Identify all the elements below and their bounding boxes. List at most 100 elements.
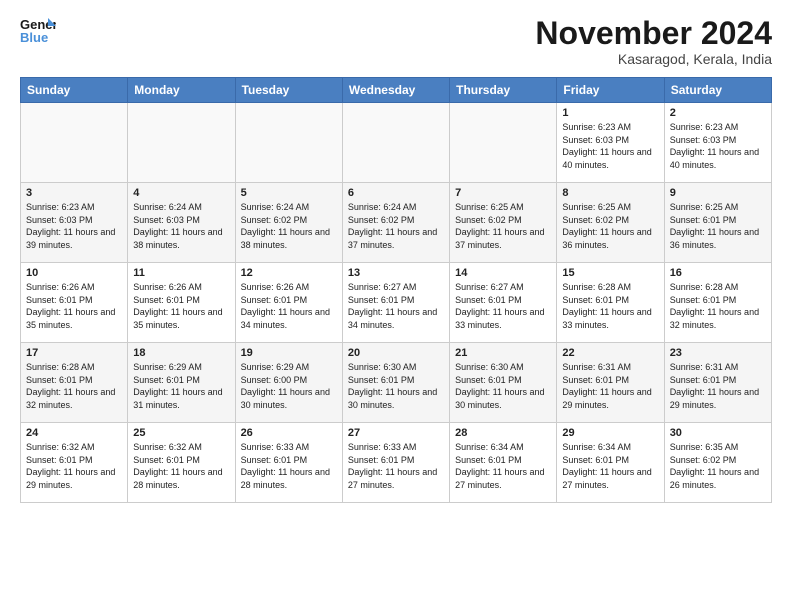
col-monday: Monday: [128, 78, 235, 103]
calendar-cell: 16 Sunrise: 6:28 AM Sunset: 6:01 PM Dayli…: [664, 263, 771, 343]
day-info: Sunrise: 6:34 AM Sunset: 6:01 PM Dayligh…: [562, 441, 658, 491]
calendar-cell: 4 Sunrise: 6:24 AM Sunset: 6:03 PM Daylig…: [128, 183, 235, 263]
col-tuesday: Tuesday: [235, 78, 342, 103]
day-number: 24: [26, 427, 122, 439]
calendar-cell: [342, 103, 449, 183]
day-number: 3: [26, 187, 122, 199]
col-wednesday: Wednesday: [342, 78, 449, 103]
title-area: November 2024 Kasaragod, Kerala, India: [535, 16, 772, 67]
day-number: 6: [348, 187, 444, 199]
day-info: Sunrise: 6:23 AM Sunset: 6:03 PM Dayligh…: [562, 121, 658, 171]
calendar-week-1: 1 Sunrise: 6:23 AM Sunset: 6:03 PM Daylig…: [21, 103, 772, 183]
day-number: 20: [348, 347, 444, 359]
calendar-cell: 2 Sunrise: 6:23 AM Sunset: 6:03 PM Daylig…: [664, 103, 771, 183]
day-number: 4: [133, 187, 229, 199]
calendar-cell: 25Sunrise: 6:32 AM Sunset: 6:01 PM Dayli…: [128, 423, 235, 503]
calendar-cell: 12Sunrise: 6:26 AM Sunset: 6:01 PM Dayli…: [235, 263, 342, 343]
day-info: Sunrise: 6:34 AM Sunset: 6:01 PM Dayligh…: [455, 441, 551, 491]
calendar-cell: 14 Sunrise: 6:27 AM Sunset: 6:01 PM Dayli…: [450, 263, 557, 343]
day-info: Sunrise: 6:24 AM Sunset: 6:03 PM Dayligh…: [133, 201, 229, 251]
day-number: 5: [241, 187, 337, 199]
day-number: 28: [455, 427, 551, 439]
calendar-cell: 19 Sunrise: 6:29 AM Sunset: 6:00 PM Dayli…: [235, 343, 342, 423]
day-number: 30: [670, 427, 766, 439]
day-number: 13: [348, 267, 444, 279]
logo-icon: General Blue: [20, 16, 56, 46]
header: General Blue November 2024 Kasaragod, Ke…: [20, 16, 772, 67]
day-info: Sunrise: 6:23 AM Sunset: 6:03 PM Dayligh…: [670, 121, 766, 171]
day-info: Sunrise: 6:32 AM Sunset: 6:01 PM Dayligh…: [133, 441, 229, 491]
day-info: Sunrise: 6:24 AM Sunset: 6:02 PM Dayligh…: [241, 201, 337, 251]
day-info: Sunrise: 6:28 AM Sunset: 6:01 PM Dayligh…: [670, 281, 766, 331]
calendar-week-5: 24 Sunrise: 6:32 AM Sunset: 6:01 PM Dayli…: [21, 423, 772, 503]
calendar-cell: 27 Sunrise: 6:33 AM Sunset: 6:01 PM Dayli…: [342, 423, 449, 503]
logo: General Blue: [20, 16, 56, 46]
day-info: Sunrise: 6:31 AM Sunset: 6:01 PM Dayligh…: [562, 361, 658, 411]
day-number: 9: [670, 187, 766, 199]
col-sunday: Sunday: [21, 78, 128, 103]
day-info: Sunrise: 6:33 AM Sunset: 6:01 PM Dayligh…: [348, 441, 444, 491]
calendar-cell: 15Sunrise: 6:28 AM Sunset: 6:01 PM Dayli…: [557, 263, 664, 343]
day-number: 16: [670, 267, 766, 279]
calendar-week-2: 3Sunrise: 6:23 AM Sunset: 6:03 PM Daylig…: [21, 183, 772, 263]
day-number: 23: [670, 347, 766, 359]
calendar: Sunday Monday Tuesday Wednesday Thursday…: [20, 77, 772, 503]
day-number: 21: [455, 347, 551, 359]
calendar-cell: 1 Sunrise: 6:23 AM Sunset: 6:03 PM Daylig…: [557, 103, 664, 183]
calendar-cell: 17 Sunrise: 6:28 AM Sunset: 6:01 PM Dayli…: [21, 343, 128, 423]
day-number: 17: [26, 347, 122, 359]
day-info: Sunrise: 6:28 AM Sunset: 6:01 PM Dayligh…: [562, 281, 658, 331]
day-info: Sunrise: 6:26 AM Sunset: 6:01 PM Dayligh…: [133, 281, 229, 331]
day-info: Sunrise: 6:35 AM Sunset: 6:02 PM Dayligh…: [670, 441, 766, 491]
calendar-cell: [21, 103, 128, 183]
day-info: Sunrise: 6:29 AM Sunset: 6:01 PM Dayligh…: [133, 361, 229, 411]
calendar-cell: 22Sunrise: 6:31 AM Sunset: 6:01 PM Dayli…: [557, 343, 664, 423]
header-row: Sunday Monday Tuesday Wednesday Thursday…: [21, 78, 772, 103]
month-title: November 2024: [535, 16, 772, 51]
calendar-cell: 6Sunrise: 6:24 AM Sunset: 6:02 PM Daylig…: [342, 183, 449, 263]
calendar-cell: [450, 103, 557, 183]
day-number: 7: [455, 187, 551, 199]
calendar-cell: 29 Sunrise: 6:34 AM Sunset: 6:01 PM Dayli…: [557, 423, 664, 503]
day-info: Sunrise: 6:29 AM Sunset: 6:00 PM Dayligh…: [241, 361, 337, 411]
calendar-cell: 30 Sunrise: 6:35 AM Sunset: 6:02 PM Dayli…: [664, 423, 771, 503]
day-info: Sunrise: 6:27 AM Sunset: 6:01 PM Dayligh…: [455, 281, 551, 331]
calendar-cell: 21 Sunrise: 6:30 AM Sunset: 6:01 PM Dayli…: [450, 343, 557, 423]
calendar-cell: [235, 103, 342, 183]
calendar-cell: 13Sunrise: 6:27 AM Sunset: 6:01 PM Dayli…: [342, 263, 449, 343]
calendar-cell: 26 Sunrise: 6:33 AM Sunset: 6:01 PM Dayli…: [235, 423, 342, 503]
calendar-cell: 18 Sunrise: 6:29 AM Sunset: 6:01 PM Dayli…: [128, 343, 235, 423]
day-number: 27: [348, 427, 444, 439]
day-number: 19: [241, 347, 337, 359]
svg-text:Blue: Blue: [20, 30, 48, 45]
calendar-cell: 9 Sunrise: 6:25 AM Sunset: 6:01 PM Daylig…: [664, 183, 771, 263]
day-info: Sunrise: 6:25 AM Sunset: 6:02 PM Dayligh…: [455, 201, 551, 251]
day-number: 29: [562, 427, 658, 439]
page: General Blue November 2024 Kasaragod, Ke…: [0, 0, 792, 612]
day-info: Sunrise: 6:25 AM Sunset: 6:01 PM Dayligh…: [670, 201, 766, 251]
day-info: Sunrise: 6:26 AM Sunset: 6:01 PM Dayligh…: [26, 281, 122, 331]
calendar-cell: 23 Sunrise: 6:31 AM Sunset: 6:01 PM Dayli…: [664, 343, 771, 423]
calendar-cell: 7 Sunrise: 6:25 AM Sunset: 6:02 PM Daylig…: [450, 183, 557, 263]
day-number: 12: [241, 267, 337, 279]
day-number: 10: [26, 267, 122, 279]
day-number: 18: [133, 347, 229, 359]
day-number: 26: [241, 427, 337, 439]
day-info: Sunrise: 6:32 AM Sunset: 6:01 PM Dayligh…: [26, 441, 122, 491]
calendar-cell: 10 Sunrise: 6:26 AM Sunset: 6:01 PM Dayli…: [21, 263, 128, 343]
calendar-week-4: 17 Sunrise: 6:28 AM Sunset: 6:01 PM Dayli…: [21, 343, 772, 423]
location: Kasaragod, Kerala, India: [535, 51, 772, 67]
day-number: 1: [562, 107, 658, 119]
day-info: Sunrise: 6:31 AM Sunset: 6:01 PM Dayligh…: [670, 361, 766, 411]
day-info: Sunrise: 6:30 AM Sunset: 6:01 PM Dayligh…: [455, 361, 551, 411]
calendar-cell: 20Sunrise: 6:30 AM Sunset: 6:01 PM Dayli…: [342, 343, 449, 423]
calendar-cell: 11Sunrise: 6:26 AM Sunset: 6:01 PM Dayli…: [128, 263, 235, 343]
day-info: Sunrise: 6:28 AM Sunset: 6:01 PM Dayligh…: [26, 361, 122, 411]
calendar-cell: [128, 103, 235, 183]
day-number: 14: [455, 267, 551, 279]
calendar-cell: 5 Sunrise: 6:24 AM Sunset: 6:02 PM Daylig…: [235, 183, 342, 263]
day-info: Sunrise: 6:33 AM Sunset: 6:01 PM Dayligh…: [241, 441, 337, 491]
calendar-cell: 3Sunrise: 6:23 AM Sunset: 6:03 PM Daylig…: [21, 183, 128, 263]
day-number: 2: [670, 107, 766, 119]
col-friday: Friday: [557, 78, 664, 103]
